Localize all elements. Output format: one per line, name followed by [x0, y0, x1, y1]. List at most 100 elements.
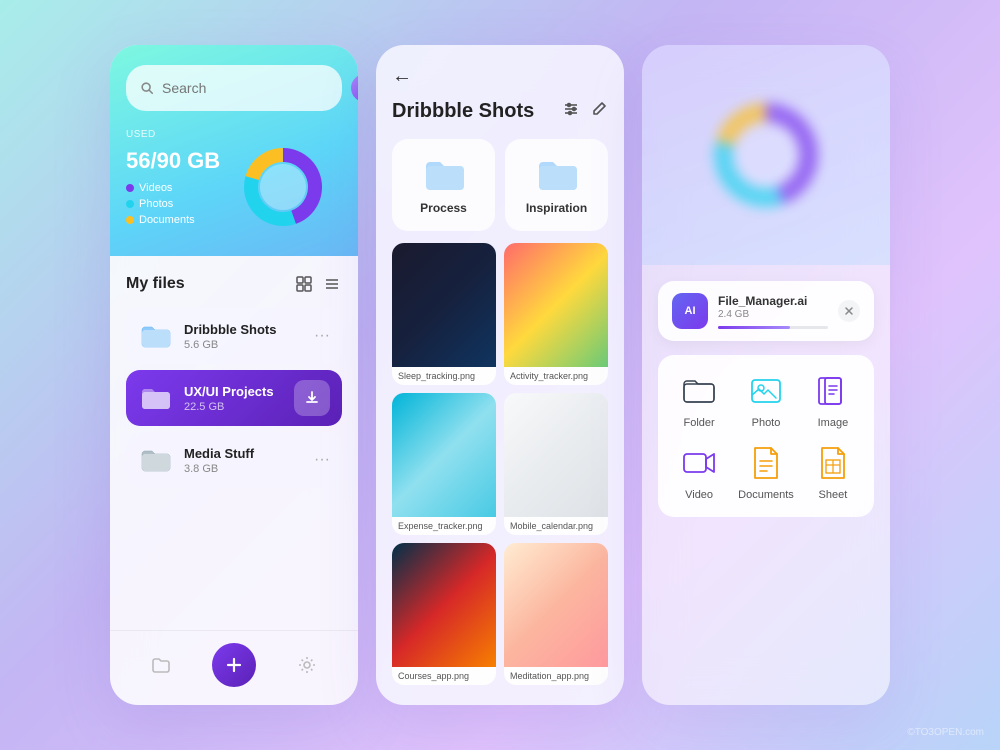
file-type-documents[interactable]: Documents — [738, 443, 794, 501]
folder-icon-process — [422, 155, 466, 193]
folder-title-row: Dribbble Shots — [392, 100, 608, 123]
panel3-content: AI File_Manager.ai 2.4 GB — [642, 265, 890, 705]
image-name-meditation: Meditation_app.png — [504, 667, 608, 685]
video-type-icon-wrap — [679, 443, 719, 483]
file-item-dribbble[interactable]: Dribbble Shots 5.6 GB ··· — [126, 308, 342, 364]
file-type-label-sheet: Sheet — [819, 489, 848, 501]
legend-documents: Documents — [126, 214, 220, 226]
upload-filename: File_Manager.ai — [718, 294, 828, 308]
file-info-dribbble: Dribbble Shots 5.6 GB — [184, 322, 304, 351]
image-thumb-meditation — [504, 543, 608, 667]
storage-info: USED 56/90 GB Videos Photos — [126, 129, 342, 232]
file-item-ux-ui[interactable]: UX/UI Projects 22.5 GB — [126, 370, 342, 426]
grid-view-icon[interactable] — [294, 274, 314, 294]
file-type-label-folder: Folder — [683, 417, 714, 429]
image-card-courses[interactable]: Courses_app.png — [392, 543, 496, 685]
legend-dot-videos — [126, 184, 134, 192]
image-name-expense: Expense_tracker.png — [392, 517, 496, 535]
folder-icon-dribbble — [138, 318, 174, 354]
watermark: ©TO3OPEN.com — [907, 727, 984, 738]
file-info-ux-ui: UX/UI Projects 22.5 GB — [184, 384, 284, 413]
folder-icon-media — [138, 442, 174, 478]
mic-button[interactable] — [351, 74, 358, 102]
image-thumb-mobile — [504, 393, 608, 517]
folder-card-inspiration[interactable]: Inspiration — [505, 139, 608, 231]
folder-actions — [562, 100, 608, 123]
image-name-courses: Courses_app.png — [392, 667, 496, 685]
folder-type-icon-wrap — [679, 371, 719, 411]
file-type-sheet[interactable]: Sheet — [808, 443, 858, 501]
upload-file-info: File_Manager.ai 2.4 GB — [718, 294, 828, 329]
files-title: My files — [126, 275, 185, 293]
documents-type-icon-wrap — [746, 443, 786, 483]
storage-row: 56/90 GB Videos Photos Documents — [126, 142, 342, 232]
search-bar[interactable] — [126, 65, 342, 111]
view-toggle — [294, 274, 342, 294]
folder-icon-ux-ui — [138, 380, 174, 416]
list-view-icon[interactable] — [322, 274, 342, 294]
image-card-activity[interactable]: Activity_tracker.png — [504, 243, 608, 385]
my-files-section: My files — [110, 256, 358, 630]
upload-card: AI File_Manager.ai 2.4 GB — [658, 281, 874, 341]
close-upload-button[interactable] — [838, 300, 860, 322]
video-type-icon — [681, 445, 717, 481]
storage-used-label: USED — [126, 129, 342, 140]
upload-progress-bar-track — [718, 326, 828, 329]
folder-card-inspiration-name: Inspiration — [526, 201, 587, 215]
legend-label-photos: Photos — [139, 198, 173, 210]
image-card-expense[interactable]: Expense_tracker.png — [392, 393, 496, 535]
file-type-photo[interactable]: Photo — [738, 371, 794, 429]
image-thumb-activity — [504, 243, 608, 367]
folder-icon-inspiration — [535, 155, 579, 193]
back-button[interactable]: ← — [392, 65, 608, 88]
file-type-image[interactable]: Image — [808, 371, 858, 429]
legend-photos: Photos — [126, 198, 220, 210]
image-grid: Sleep_tracking.png Activity_tracker.png … — [392, 243, 608, 685]
file-type-label-video: Video — [685, 489, 713, 501]
image-card-mobile[interactable]: Mobile_calendar.png — [504, 393, 608, 535]
sheet-type-icon — [817, 445, 849, 481]
file-name-dribbble: Dribbble Shots — [184, 322, 304, 337]
file-type-label-photo: Photo — [752, 417, 781, 429]
file-info-media: Media Stuff 3.8 GB — [184, 446, 304, 475]
photo-type-icon-wrap — [746, 371, 786, 411]
file-name-media: Media Stuff — [184, 446, 304, 461]
add-button[interactable] — [212, 643, 256, 687]
panel-3: AI File_Manager.ai 2.4 GB — [642, 45, 890, 705]
edit-button[interactable] — [590, 100, 608, 123]
panel1-header: USED 56/90 GB Videos Photos — [110, 45, 358, 256]
image-name-activity: Activity_tracker.png — [504, 367, 608, 385]
ai-badge: AI — [672, 293, 708, 329]
file-more-dribbble[interactable]: ··· — [314, 327, 330, 345]
image-thumb-expense — [392, 393, 496, 517]
folder-grid: Process Inspiration — [392, 139, 608, 231]
image-thumb-sleep — [392, 243, 496, 367]
storage-donut-chart — [238, 142, 328, 232]
file-more-media[interactable]: ··· — [314, 451, 330, 469]
file-type-video[interactable]: Video — [674, 443, 724, 501]
image-card-meditation[interactable]: Meditation_app.png — [504, 543, 608, 685]
file-type-label-documents: Documents — [738, 489, 794, 501]
file-size-media: 3.8 GB — [184, 463, 304, 475]
search-input[interactable] — [162, 80, 343, 96]
panel1-bottom-nav — [110, 630, 358, 705]
file-item-media[interactable]: Media Stuff 3.8 GB ··· — [126, 432, 342, 488]
image-thumb-courses — [392, 543, 496, 667]
image-name-sleep: Sleep_tracking.png — [392, 367, 496, 385]
upload-progress-bar-fill — [718, 326, 790, 329]
photo-type-icon — [748, 373, 784, 409]
folder-nav-button[interactable] — [143, 647, 179, 683]
file-size-ux-ui: 22.5 GB — [184, 401, 284, 413]
legend-label-documents: Documents — [139, 214, 195, 226]
file-type-folder[interactable]: Folder — [674, 371, 724, 429]
settings-nav-button[interactable] — [289, 647, 325, 683]
image-card-sleep[interactable]: Sleep_tracking.png — [392, 243, 496, 385]
storage-legend: Videos Photos Documents — [126, 182, 220, 226]
filter-button[interactable] — [562, 100, 580, 123]
folder-card-process[interactable]: Process — [392, 139, 495, 231]
blurred-donut-chart — [706, 95, 826, 215]
image-type-icon — [815, 373, 851, 409]
folder-card-process-name: Process — [420, 201, 467, 215]
folder-title: Dribbble Shots — [392, 100, 534, 123]
download-button[interactable] — [294, 380, 330, 416]
